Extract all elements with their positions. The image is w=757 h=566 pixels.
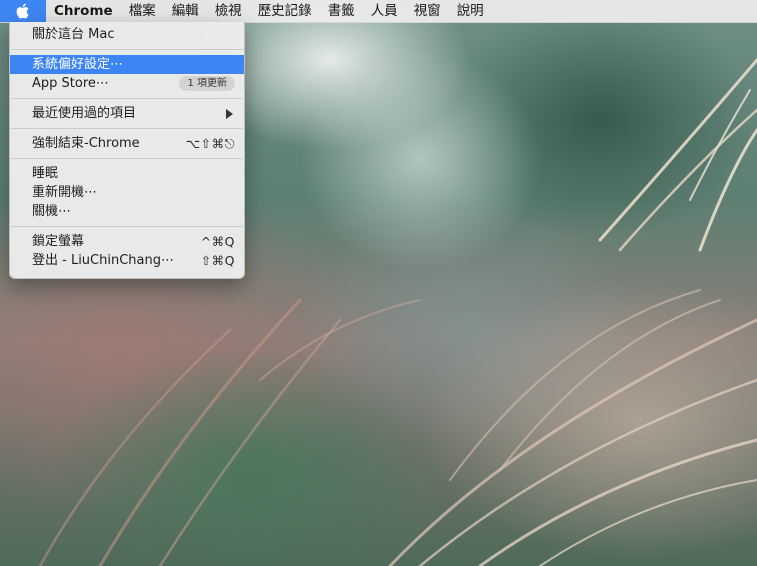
menu-item-label: 強制結束-Chrome bbox=[32, 136, 140, 151]
menu-separator bbox=[11, 158, 243, 159]
keyboard-shortcut: ⇧⌘Q bbox=[200, 253, 235, 268]
menu-item-restart[interactable]: 重新開機⋯ bbox=[10, 183, 244, 202]
menubar-people[interactable]: 人員 bbox=[363, 0, 406, 22]
menubar-edit[interactable]: 編輯 bbox=[164, 0, 207, 22]
menubar-file[interactable]: 檔案 bbox=[121, 0, 164, 22]
menu-item-label: App Store⋯ bbox=[32, 76, 109, 91]
menu-item-app-store[interactable]: App Store⋯ 1 項更新 bbox=[10, 74, 244, 93]
apple-menu-button[interactable] bbox=[0, 0, 46, 22]
submenu-arrow-icon bbox=[226, 109, 233, 119]
menu-separator bbox=[11, 49, 243, 50]
apple-menu-dropdown: 關於這台 Mac 系統偏好設定⋯ App Store⋯ 1 項更新 最近使用過的… bbox=[9, 22, 245, 279]
menu-item-label: 最近使用過的項目 bbox=[32, 106, 137, 121]
menu-item-about-this-mac[interactable]: 關於這台 Mac bbox=[10, 25, 244, 44]
menu-item-lock-screen[interactable]: 鎖定螢幕 ^⌘Q bbox=[10, 232, 244, 251]
menubar-app-name[interactable]: Chrome bbox=[46, 0, 121, 22]
menu-item-shut-down[interactable]: 關機⋯ bbox=[10, 202, 244, 221]
menu-item-system-preferences[interactable]: 系統偏好設定⋯ bbox=[10, 55, 244, 74]
menu-separator bbox=[11, 98, 243, 99]
menu-item-label: 鎖定螢幕 bbox=[32, 234, 85, 249]
menu-item-label: 登出 - LiuChinChang⋯ bbox=[32, 253, 174, 268]
menu-item-label: 關機⋯ bbox=[32, 204, 72, 219]
menubar-history[interactable]: 歷史記錄 bbox=[250, 0, 320, 22]
keyboard-shortcut: ⌥⇧⌘⎋ bbox=[185, 136, 235, 151]
desktop-wallpaper: Chrome 檔案 編輯 檢視 歷史記錄 書籤 人員 視窗 說明 關於這台 Ma… bbox=[0, 0, 757, 566]
menu-item-label: 睡眠 bbox=[32, 166, 59, 181]
menu-item-label: 關於這台 Mac bbox=[32, 27, 115, 42]
menu-item-label: 重新開機⋯ bbox=[32, 185, 98, 200]
update-count-badge: 1 項更新 bbox=[179, 76, 235, 91]
menu-item-log-out[interactable]: 登出 - LiuChinChang⋯ ⇧⌘Q bbox=[10, 251, 244, 270]
menu-separator bbox=[11, 128, 243, 129]
keyboard-shortcut: ^⌘Q bbox=[200, 234, 235, 249]
menu-item-recent-items[interactable]: 最近使用過的項目 bbox=[10, 104, 244, 123]
menu-item-sleep[interactable]: 睡眠 bbox=[10, 164, 244, 183]
menubar-bookmarks[interactable]: 書籤 bbox=[320, 0, 363, 22]
menubar-window[interactable]: 視窗 bbox=[406, 0, 449, 22]
apple-icon bbox=[16, 3, 29, 19]
menubar-view[interactable]: 檢視 bbox=[207, 0, 250, 22]
menu-separator bbox=[11, 226, 243, 227]
menubar-help[interactable]: 說明 bbox=[449, 0, 492, 22]
menu-item-force-quit[interactable]: 強制結束-Chrome ⌥⇧⌘⎋ bbox=[10, 134, 244, 153]
menu-item-label: 系統偏好設定⋯ bbox=[32, 57, 124, 72]
menu-bar: Chrome 檔案 編輯 檢視 歷史記錄 書籤 人員 視窗 說明 bbox=[0, 0, 757, 23]
